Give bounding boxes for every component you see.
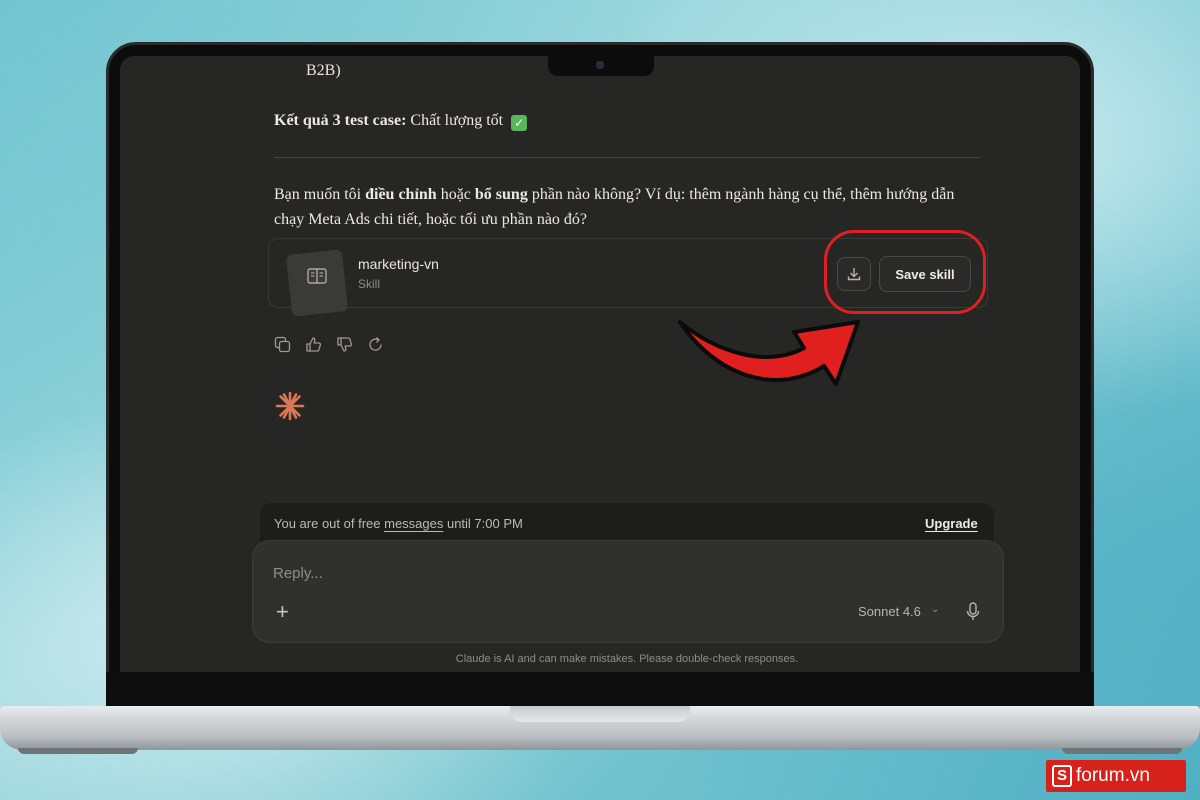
camera-icon: [596, 61, 604, 69]
reply-input[interactable]: Reply...: [273, 565, 323, 582]
disclaimer: Claude is AI and can make mistakes. Plea…: [455, 653, 799, 665]
thumbs-up-icon[interactable]: [305, 336, 322, 353]
result-value: Chất lượng tốt: [410, 112, 504, 129]
skill-type: Skill: [358, 277, 381, 291]
watermark-logo: S: [1052, 765, 1072, 787]
highlight-ring: [824, 230, 986, 314]
laptop-foot: [1062, 748, 1182, 754]
assistant-question: Bạn muốn tôi điều chỉnh hoặc bổ sung phầ…: [274, 182, 984, 232]
result-line: Kết quả 3 test case: Chất lượng tốt ✓: [274, 112, 528, 131]
messages-link[interactable]: messages: [384, 516, 443, 531]
upgrade-link[interactable]: Upgrade: [925, 516, 978, 531]
message-fragment: B2B): [306, 62, 341, 79]
reply-composer[interactable]: [252, 540, 1004, 643]
watermark-text: forum.vn: [1076, 765, 1150, 786]
thumbs-down-icon[interactable]: [336, 336, 353, 353]
skill-name: marketing-vn: [358, 256, 439, 272]
question-bold: bổ sung: [474, 186, 528, 203]
retry-icon[interactable]: [367, 336, 384, 353]
laptop-foot: [18, 748, 138, 754]
laptop-opening-notch: [510, 706, 690, 722]
question-bold: điều chỉnh: [365, 186, 437, 203]
message-actions: [274, 336, 384, 353]
chevron-down-icon[interactable]: ⌄: [931, 604, 939, 615]
usage-notice-text: You are out of free messages until 7:00 …: [274, 516, 523, 531]
watermark-badge: S forum.vn: [1046, 760, 1186, 792]
model-selector[interactable]: Sonnet 4.6: [858, 604, 921, 619]
check-mark-icon: ✓: [511, 115, 528, 131]
laptop-bezel: [106, 672, 1094, 710]
notice-time: until 7:00 PM: [443, 516, 523, 531]
plus-icon[interactable]: +: [276, 601, 289, 623]
notice-text: You are out of free: [274, 516, 385, 531]
claude-spark-icon: [275, 391, 305, 421]
question-text: Bạn muốn tôi: [274, 186, 366, 203]
book-icon: [307, 268, 327, 284]
copy-icon[interactable]: [274, 336, 291, 353]
result-label: Kết quả 3 test case:: [274, 112, 407, 129]
microphone-icon[interactable]: [966, 602, 980, 622]
annotation-arrow-icon: [678, 320, 860, 386]
question-text: hoặc: [436, 186, 475, 203]
divider: [274, 157, 980, 158]
